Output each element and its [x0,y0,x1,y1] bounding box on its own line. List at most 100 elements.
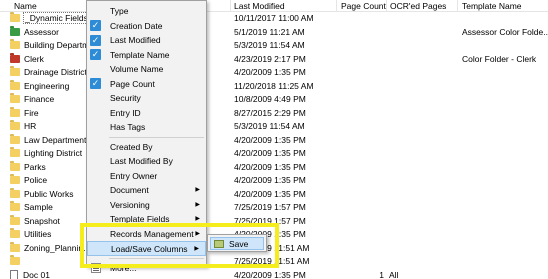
row-last-modified: 10/8/2009 4:49 PM [234,94,306,104]
folder-icon [10,135,20,144]
menu-item-entry-id[interactable]: Entry ID [87,106,206,121]
menu-item-document[interactable]: Document ▶ [87,183,206,198]
row-name-cell: Building Departme... [10,39,90,53]
row-page-count [344,242,384,256]
menu-item-template-name[interactable]: ✓ Template Name [87,48,206,63]
row-name-cell: Drainage District [10,66,90,80]
row-ocr-pages [389,26,459,40]
menu-item-last-modified-by[interactable]: Last Modified By [87,154,206,169]
row-name-cell: _Dynamic Fields [10,12,90,26]
column-header-last-modified[interactable]: Last Modified [230,0,330,12]
menu-item-label: Created By [110,141,153,152]
table-row[interactable]: Building Departme... 5/3/2019 11:54 AM [0,39,548,53]
row-page-count [344,66,384,80]
table-row[interactable]: Drainage District 4/20/2009 1:35 PM [0,66,548,80]
column-header-template-name[interactable]: Template Name [458,0,548,12]
folder-icon [10,108,20,117]
folder-icon [10,14,20,22]
table-row[interactable]: Clerk 4/23/2019 2:17 PM Color Folder - Cle… [0,53,548,67]
column-header-ocr-pages[interactable]: OCR'ed Pages [386,0,456,12]
row-name: Snapshot [24,215,60,226]
folder-icon [10,149,20,157]
row-page-count [344,188,384,202]
menu-item-label: Entry Owner [110,170,158,181]
menu-item-label: Last Modified [110,35,161,45]
row-template-name [462,255,548,269]
row-name: Public Works [24,188,74,199]
row-last-modified: 10/11/2017 11:00 AM [234,13,314,23]
row-last-modified: 4/20/2009 1:35 PM [234,67,306,77]
row-last-modified: 4/20/2009 1:35 PM [234,175,306,185]
row-page-count [344,53,384,67]
row-last-modified: 11/20/2018 11:25 AM [234,80,314,91]
table-row[interactable]: Lighting District 4/20/2009 1:35 PM [0,147,548,161]
row-ocr-pages [389,174,459,188]
row-name-cell: Assessor [10,26,90,40]
folder-icon [10,189,20,198]
menu-item-volume-name[interactable]: Volume Name [87,62,206,77]
menu-item-versioning[interactable]: Versioning ▶ [87,198,206,213]
menu-item-label: Creation Date [110,20,163,31]
row-name: _Dynamic Fields [23,12,90,24]
menu-item-page-count[interactable]: ✓ Page Count [87,77,206,92]
table-row[interactable]: Sample 7/25/2019 1:57 PM [0,201,548,215]
table-row[interactable]: Police 4/20/2009 1:35 PM [0,174,548,188]
table-row[interactable]: Finance 10/8/2009 4:49 PM [0,93,548,107]
row-page-count [344,228,384,242]
menu-item-last-modified[interactable]: ✓ Last Modified [87,33,206,48]
row-template-name [462,80,548,94]
row-name-cell: Lighting District [10,147,90,161]
row-page-count [344,93,384,107]
table-row[interactable]: HR 5/3/2019 11:54 AM [0,120,548,134]
row-last-modified: 4/20/2009 1:35 PM [234,148,306,158]
row-last-modified: 7/25/2019 1:57 PM [234,202,306,212]
row-ocr-pages [389,39,459,53]
folder-icon [10,203,20,211]
table-row[interactable]: Fire 8/27/2015 2:29 PM [0,107,548,121]
row-ocr-pages [389,215,459,229]
row-template-name [462,228,548,242]
table-row[interactable]: Public Works 4/20/2009 1:35 PM [0,188,548,202]
folder-icon [10,81,20,90]
table-row[interactable]: Engineering 11/20/2018 11:25 AM [0,80,548,94]
checkmark-icon: ✓ [90,78,101,89]
row-ocr-pages [389,107,459,121]
row-name: Drainage District [24,67,87,77]
row-ocr-pages [389,228,459,242]
menu-item-has-tags[interactable]: Has Tags [87,120,206,135]
menu-item-type[interactable]: Type [87,4,206,19]
row-template-name [462,93,548,107]
row-ocr-pages [389,201,459,215]
menu-item-label: Document [110,185,149,195]
table-row[interactable]: Doc 01 4/20/2009 1:35 PM 1 All [0,269,548,279]
row-ocr-pages [389,242,459,256]
doc-icon [10,269,18,279]
menu-item-created-by[interactable]: Created By [87,140,206,155]
row-name-cell: Sample [10,201,90,215]
table-row[interactable]: _Dynamic Fields 10/11/2017 11:00 AM [0,12,548,26]
table-row[interactable]: Law Department 4/20/2009 1:35 PM [0,134,548,148]
menu-item-label: Entry ID [110,107,141,118]
row-page-count [344,107,384,121]
row-name-cell: Fire [10,107,90,121]
folder-icon [10,95,20,103]
menu-item-creation-date[interactable]: ✓ Creation Date [87,19,206,34]
row-name [23,256,25,266]
row-template-name: Assessor Color Folde... [462,26,548,37]
table-row[interactable]: Assessor 5/1/2019 11:21 AM Assessor Color … [0,26,548,40]
row-name: Assessor [24,26,59,37]
row-name: Parks [24,161,46,172]
row-ocr-pages [389,255,459,269]
row-template-name [462,174,548,188]
row-template-name: Color Folder - Clerk [462,53,537,64]
column-header-page-count[interactable]: Page Count [337,0,389,12]
row-page-count [344,174,384,188]
menu-item-entry-owner[interactable]: Entry Owner [87,169,206,184]
menu-item-security[interactable]: Security [87,91,206,106]
table-row[interactable]: Parks 4/20/2009 1:35 PM [0,161,548,175]
row-name-cell: Finance [10,93,90,107]
menu-item-label: Volume Name [110,64,164,74]
row-template-name [462,215,548,229]
row-name: Fire [24,107,39,118]
row-last-modified: 4/23/2019 2:17 PM [234,53,306,64]
